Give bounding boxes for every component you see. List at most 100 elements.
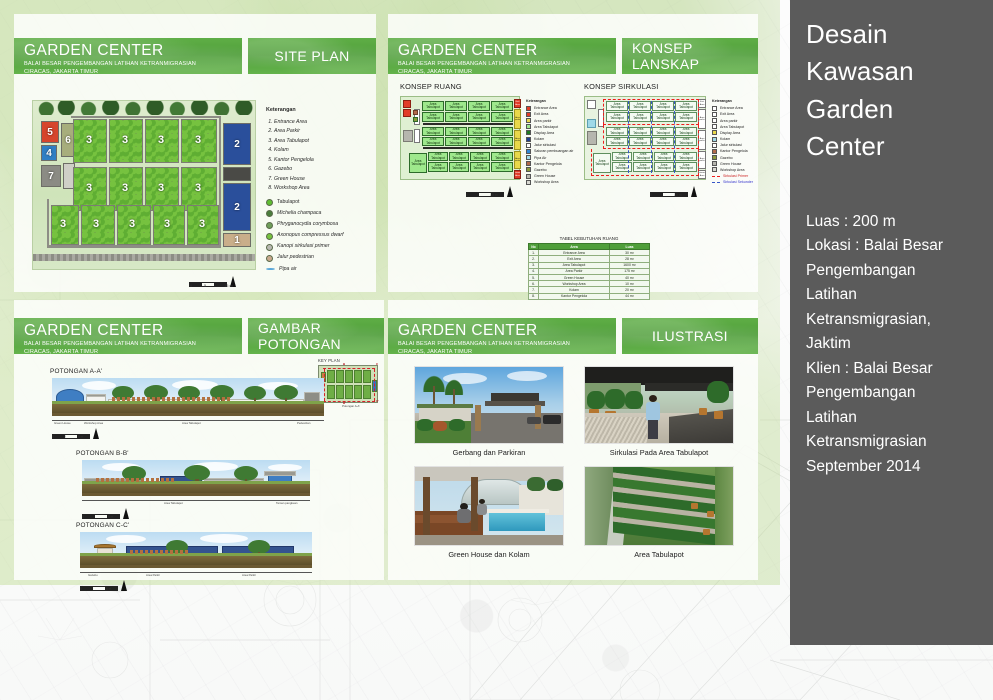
annotation-c-1: Gazebo <box>88 573 98 577</box>
site-gate-block <box>223 167 251 181</box>
site-wall <box>219 116 221 246</box>
legend-row: Workshop Area <box>526 179 582 185</box>
legend-symbol-label: Michelia champaca <box>277 210 322 217</box>
zone-tabulapot: Area Tabulapot <box>491 112 513 122</box>
photo-gerbang-dan-parkiran <box>414 366 564 444</box>
zone-tabulapot: Area Tabulapot <box>491 101 513 111</box>
zone-exit <box>403 109 411 117</box>
swatch-icon <box>712 167 717 173</box>
konsep-sirkulasi-diagram: Area Tabulapot Area Tabulapot Area Tabul… <box>584 96 706 180</box>
kp-cell <box>354 370 362 383</box>
legend-item: Area Tabulapot <box>274 137 374 146</box>
zone-parkir: Area parkir <box>698 130 706 150</box>
pipe-symbol-icon <box>266 268 275 271</box>
planter-pot <box>703 529 710 535</box>
tag-site-plan: SITE PLAN <box>248 38 376 74</box>
swatch-icon <box>712 155 717 161</box>
swatch-icon <box>712 136 717 142</box>
swatch-icon <box>712 148 717 154</box>
legend-numbered-list: Entrance Area Area Parkir Area Tabulapot… <box>266 118 374 194</box>
sirkulasi-sekunder-path <box>651 101 652 173</box>
zone-gazebo <box>413 117 418 122</box>
kp-cell <box>336 385 344 399</box>
kp-cell <box>345 370 353 383</box>
legend-item: Workshop Area <box>274 184 374 193</box>
scale-bar-c <box>80 580 127 591</box>
north-arrow-icon <box>507 186 513 197</box>
cell-no: 8. <box>528 292 539 300</box>
zone-parkir: Area parkir <box>514 151 521 169</box>
zone-green-house <box>587 131 597 145</box>
potongan-project-subtitle: BALAI BESAR PENGEMBANGAN LATIHAN KETRANM… <box>24 341 196 354</box>
site-plot-number: 3 <box>86 182 93 194</box>
planter-pot <box>699 408 707 415</box>
legend-row: Sirkulasi Sekunder <box>712 179 760 185</box>
north-arrow-icon <box>93 428 99 439</box>
swatch-icon <box>526 167 531 173</box>
zone-tabulapot: Area Tabulapot <box>422 137 444 146</box>
zone-circulation <box>414 129 420 143</box>
sirkulasi-primer-path <box>591 149 699 176</box>
key-plan-cut-c <box>374 369 375 401</box>
shrub <box>449 419 465 431</box>
annotation-b-2: Taman pangkuan <box>276 501 298 505</box>
swatch-icon <box>526 148 531 154</box>
plant-symbol-icon <box>266 221 273 229</box>
site-plot-number: 3 <box>195 182 202 194</box>
caption-sirkulasi-area-tabulapot: Sirkulasi Pada Area Tabulapot <box>609 448 709 457</box>
zone-tabulapot: Area Tabulapot <box>468 101 490 111</box>
tag-ilustrasi: ILUSTRASI <box>622 318 758 354</box>
canopy-symbol-icon <box>266 243 273 251</box>
pool-coping <box>485 509 549 513</box>
shrub <box>707 381 729 403</box>
person <box>645 395 661 439</box>
scale-bar-b <box>82 508 129 519</box>
kp-cell <box>345 385 353 399</box>
zone-tabulapot: Area Tabulapot <box>468 112 490 122</box>
sirkulasi-sekunder-path <box>628 101 629 173</box>
photo-green-house-dan-kolam <box>414 466 564 546</box>
caption-area-tabulapot: Area Tabulapot <box>634 550 684 559</box>
site-plot-number: 3 <box>60 218 67 230</box>
kp-cell <box>363 370 371 383</box>
cloud <box>268 464 302 471</box>
sirkulasi-sekunder-path <box>674 101 675 173</box>
site-plan-drawing: 5 6 4 7 2 2 1 3 3 3 3 3 3 3 3 3 3 3 3 3 <box>32 100 256 270</box>
zone-tabulapot: Area Tabulapot <box>491 162 513 172</box>
zone-tabulapot: Area Tabulapot <box>409 153 427 173</box>
ground-section <box>80 556 312 565</box>
legend-item: Kantor Pengelola <box>274 156 374 165</box>
scale-a-0: 0 <box>52 435 54 439</box>
north-arrow-icon <box>121 580 127 591</box>
zone-tabulapot: Area Tabulapot <box>428 162 448 172</box>
swatch-icon <box>526 142 531 148</box>
swatch-icon <box>526 136 531 142</box>
scale-c-0: 0 <box>80 587 82 591</box>
legend-label: Sirkulasi Sekunder <box>723 180 753 185</box>
legend-symbol-label: Pipa air <box>279 265 297 272</box>
north-arrow-icon <box>123 508 129 519</box>
zone-parkir: Area parkir <box>698 151 706 169</box>
site-plan-scale-label-0: 0 <box>190 283 193 288</box>
project-info-column: Desain Kawasan Garden Center Luas : 200 … <box>790 0 993 645</box>
scale-segments <box>189 282 227 287</box>
legend-symbol-row: Phryganocydia corymbosa <box>266 220 374 229</box>
zone-parkir: Area parkir <box>514 130 521 150</box>
site-wall <box>71 116 221 118</box>
annotation-c-2: Area Parkir <box>146 573 160 577</box>
annotation-a-2: Workshop Area <box>84 421 104 425</box>
swatch-icon <box>526 179 531 185</box>
car <box>543 415 561 424</box>
zone-tabulapot: Area Tabulapot <box>445 101 467 111</box>
ilustrasi-title-block: GARDEN CENTER BALAI BESAR PENGEMBANGAN L… <box>388 318 616 354</box>
far-boundary <box>715 467 733 545</box>
legend-title: Keterangan <box>712 99 732 103</box>
display-track <box>423 123 513 125</box>
ground-section <box>52 404 324 413</box>
annotation-a-3: Area Tabulapot <box>182 421 201 425</box>
swatch-icon <box>712 105 717 111</box>
potongan-title-block: GARDEN CENTER BALAI BESAR PENGEMBANGAN L… <box>14 318 242 354</box>
shrub <box>587 391 605 409</box>
shrub <box>605 389 625 409</box>
planter-pot <box>714 411 723 419</box>
